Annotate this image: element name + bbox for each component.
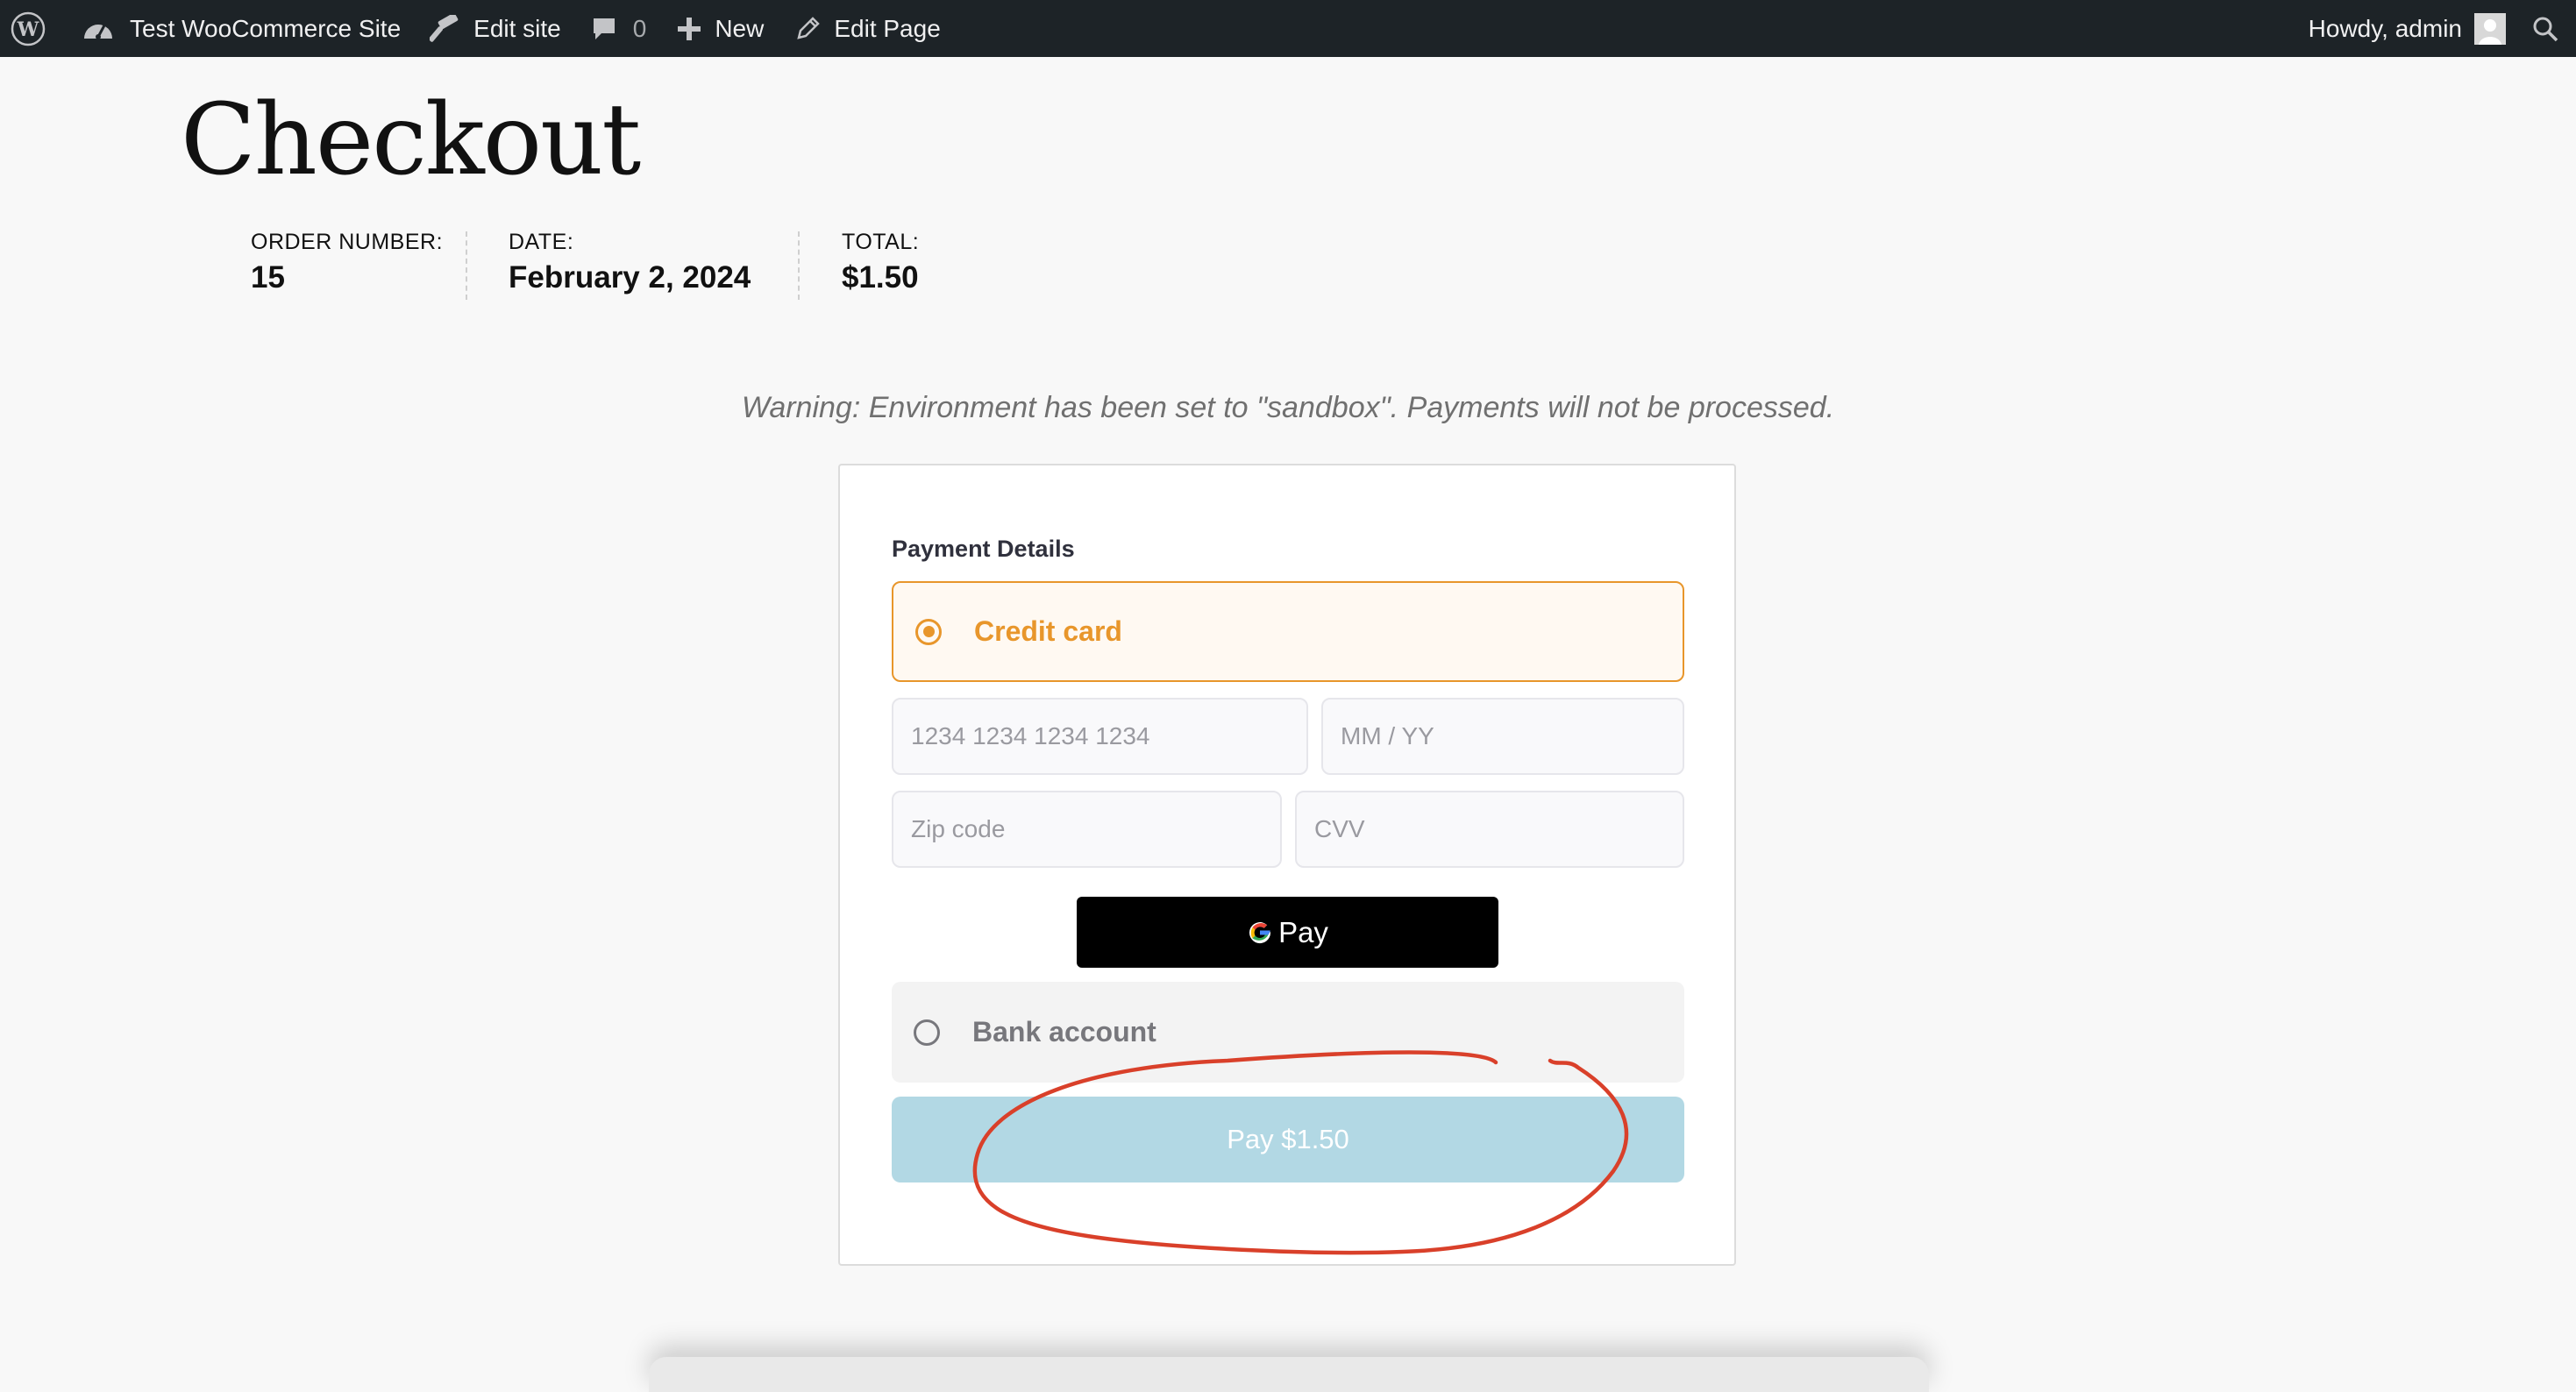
google-g-icon xyxy=(1247,920,1273,946)
search-menu[interactable] xyxy=(2532,0,2558,57)
avatar xyxy=(2474,12,2506,45)
radio-selected-icon[interactable] xyxy=(915,618,942,645)
sandbox-warning: Warning: Environment has been set to "sa… xyxy=(741,391,1835,424)
card-number-placeholder: 1234 1234 1234 1234 xyxy=(911,722,1150,749)
order-number-value: 15 xyxy=(251,260,285,295)
order-date-value: February 2, 2024 xyxy=(509,260,751,295)
account-menu[interactable]: Howdy, admin xyxy=(2309,0,2506,57)
payment-method-label: Bank account xyxy=(972,1016,1156,1048)
wordpress-logo-icon: W xyxy=(11,11,46,46)
hammer-icon xyxy=(430,14,461,43)
zip-code-placeholder: Zip code xyxy=(911,815,1006,842)
svg-text:W: W xyxy=(17,18,39,41)
order-number: ORDER NUMBER: 15 xyxy=(251,230,443,295)
order-total-label: TOTAL: xyxy=(842,230,920,254)
new-content-menu[interactable]: New xyxy=(678,0,764,57)
search-icon xyxy=(2532,16,2558,42)
payment-method-label: Credit card xyxy=(974,615,1122,647)
dashboard-gauge-icon xyxy=(82,16,114,42)
edit-page-label: Edit Page xyxy=(834,14,941,42)
expiry-placeholder: MM / YY xyxy=(1341,722,1434,749)
page-title: Checkout xyxy=(181,83,641,197)
payment-method-bank-account[interactable]: Bank account xyxy=(892,982,1684,1083)
order-total: TOTAL: $1.50 xyxy=(842,230,919,295)
payment-card: Payment Details Credit card 1234 1234 12… xyxy=(838,464,1736,1266)
new-label: New xyxy=(715,14,765,42)
order-total-value: $1.50 xyxy=(842,260,919,295)
expiry-input[interactable]: MM / YY xyxy=(1321,698,1684,775)
cvv-placeholder: CVV xyxy=(1314,815,1365,842)
site-name-menu[interactable]: Test WooCommerce Site xyxy=(82,0,401,57)
edit-site-label: Edit site xyxy=(473,14,561,42)
cvv-input[interactable]: CVV xyxy=(1295,791,1684,868)
order-divider xyxy=(798,231,800,300)
order-number-label: ORDER NUMBER: xyxy=(251,230,444,254)
comments-menu[interactable]: 0 xyxy=(591,0,647,57)
radio-unselected-icon[interactable] xyxy=(914,1019,940,1046)
payment-details-title: Payment Details xyxy=(892,536,1075,562)
pay-button[interactable]: Pay $1.50 xyxy=(892,1097,1684,1182)
footer-edge xyxy=(649,1357,1929,1392)
plus-icon xyxy=(678,17,701,40)
comments-count: 0 xyxy=(632,14,647,42)
order-date: DATE: February 2, 2024 xyxy=(509,230,751,295)
order-divider xyxy=(466,231,467,300)
wordpress-logo-menu[interactable]: W xyxy=(11,0,46,57)
google-pay-label: Pay xyxy=(1278,915,1328,948)
comment-bubble-icon xyxy=(591,16,617,42)
payment-method-credit-card[interactable]: Credit card xyxy=(892,581,1684,682)
google-pay-button[interactable]: Pay xyxy=(1077,897,1498,968)
pencil-icon xyxy=(795,16,821,41)
admin-bar: W Test WooCommerce Site Edit site 0 New … xyxy=(0,0,2576,57)
zip-code-input[interactable]: Zip code xyxy=(892,791,1282,868)
edit-page-menu[interactable]: Edit Page xyxy=(795,0,941,57)
card-number-input[interactable]: 1234 1234 1234 1234 xyxy=(892,698,1308,775)
greeting-label: Howdy, admin xyxy=(2308,14,2462,42)
site-name-label: Test WooCommerce Site xyxy=(130,14,402,42)
order-date-label: DATE: xyxy=(509,230,574,254)
edit-site-menu[interactable]: Edit site xyxy=(430,0,561,57)
